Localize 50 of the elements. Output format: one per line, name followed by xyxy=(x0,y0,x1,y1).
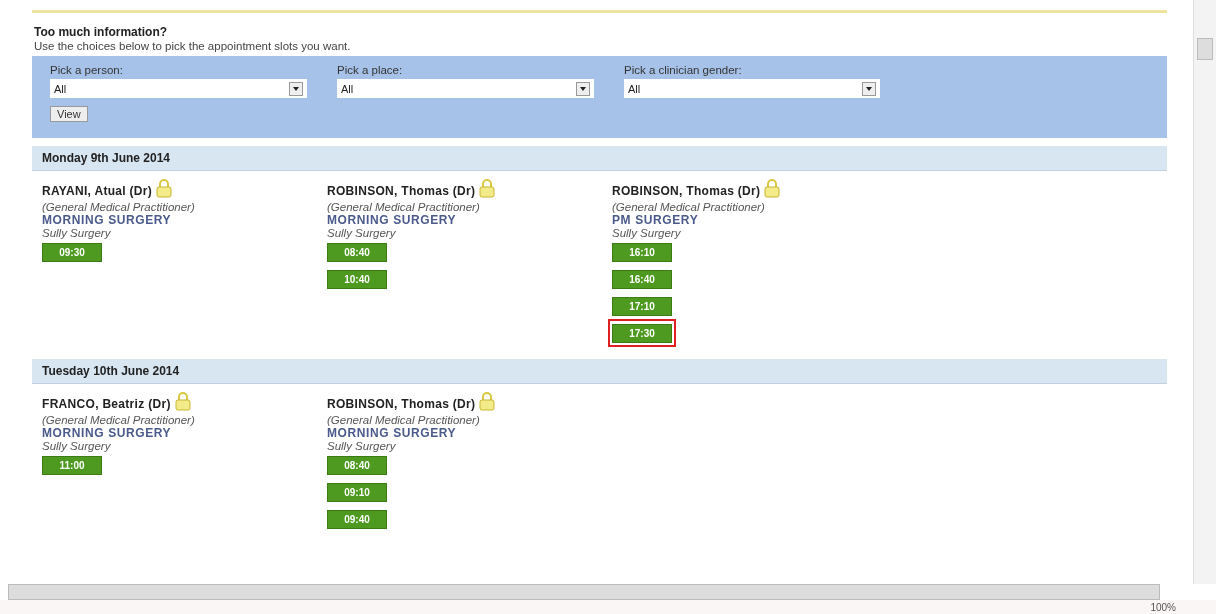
time-slot-button[interactable]: 09:30 xyxy=(42,243,102,262)
time-slot-button[interactable]: 16:40 xyxy=(612,270,672,289)
padlock-icon xyxy=(479,392,496,411)
vertical-scrollbar[interactable] xyxy=(1193,0,1216,584)
time-slot-button[interactable]: 09:40 xyxy=(327,510,387,529)
dropdown-field[interactable]: All xyxy=(337,79,594,98)
intro-title: Too much information? xyxy=(34,25,169,39)
time-slot-button[interactable]: 08:40 xyxy=(327,243,387,262)
dropdown-field[interactable]: All xyxy=(50,79,307,98)
time-slot-button[interactable]: 17:30 xyxy=(612,324,672,343)
session-name: MORNING SURGERY xyxy=(327,213,458,227)
horizontal-scrollbar[interactable] xyxy=(8,584,1160,600)
session-name: MORNING SURGERY xyxy=(42,213,173,227)
time-slot-button[interactable]: 17:10 xyxy=(612,297,672,316)
zoom-level[interactable]: 100% xyxy=(1150,601,1176,613)
surgery-name: Sully Surgery xyxy=(612,227,682,239)
filter-label: Pick a clinician gender: xyxy=(624,64,743,76)
clinician-name: ROBINSON, Thomas (Dr) xyxy=(612,184,761,198)
date-header: Monday 9th June 2014 xyxy=(32,146,1167,171)
clinician-name: ROBINSON, Thomas (Dr) xyxy=(327,397,476,411)
padlock-icon xyxy=(764,179,781,198)
time-slot-button[interactable]: 16:10 xyxy=(612,243,672,262)
clinician-role: (General Medical Practitioner) xyxy=(612,201,766,213)
time-slot-button[interactable]: 09:10 xyxy=(327,483,387,502)
filter-label: Pick a person: xyxy=(50,64,124,76)
surgery-name: Sully Surgery xyxy=(42,440,112,452)
dropdown-field[interactable]: All xyxy=(624,79,880,98)
filter-label: Pick a place: xyxy=(337,64,404,76)
clinician-name: RAYANI, Atual (Dr) xyxy=(42,184,153,198)
session-name: MORNING SURGERY xyxy=(42,426,173,440)
padlock-icon xyxy=(479,179,496,198)
clinician-role: (General Medical Practitioner) xyxy=(327,201,481,213)
clinician-name: FRANCO, Beatriz (Dr) xyxy=(42,397,171,411)
time-slot-button[interactable]: 10:40 xyxy=(327,270,387,289)
view-button[interactable]: View xyxy=(50,106,88,122)
session-name: MORNING SURGERY xyxy=(327,426,458,440)
time-slot-button[interactable]: 11:00 xyxy=(42,456,102,475)
surgery-name: Sully Surgery xyxy=(327,440,397,452)
date-header: Tuesday 10th June 2014 xyxy=(32,359,1167,384)
padlock-icon xyxy=(156,179,173,198)
clinician-role: (General Medical Practitioner) xyxy=(42,201,196,213)
surgery-name: Sully Surgery xyxy=(42,227,112,239)
clinician-role: (General Medical Practitioner) xyxy=(327,414,481,426)
time-slot-button[interactable]: 08:40 xyxy=(327,456,387,475)
clinician-name: ROBINSON, Thomas (Dr) xyxy=(327,184,476,198)
padlock-icon xyxy=(174,392,191,411)
clinician-role: (General Medical Practitioner) xyxy=(42,414,196,426)
session-name: PM SURGERY xyxy=(612,213,700,227)
intro-text: Use the choices below to pick the appointment slots you want. xyxy=(34,40,352,52)
surgery-name: Sully Surgery xyxy=(327,227,397,239)
